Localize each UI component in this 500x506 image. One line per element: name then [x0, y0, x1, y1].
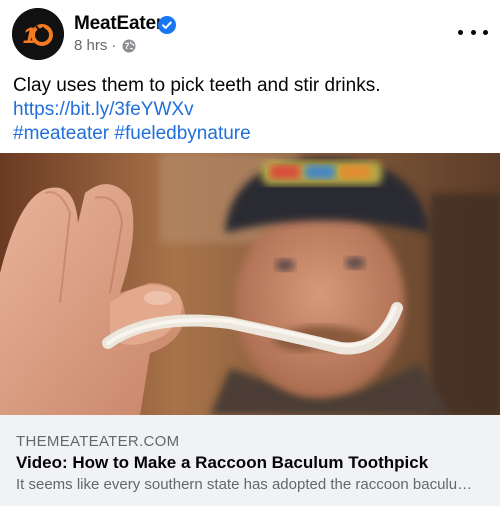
more-dot — [458, 29, 463, 35]
post-video-thumbnail[interactable] — [0, 153, 500, 415]
more-dot — [470, 29, 476, 35]
page-avatar[interactable]: 1 — [12, 8, 64, 60]
hashtag-meateater[interactable]: #meateater — [13, 123, 109, 144]
post-header: 1 MeatEater 8 hrs · — [0, 0, 500, 66]
meateater-logo-icon: 1 — [12, 8, 64, 60]
link-description: It seems like every southern state has a… — [16, 476, 473, 493]
verified-badge-icon — [158, 16, 176, 34]
page-name-link[interactable]: MeatEater — [74, 13, 163, 35]
post-text: Clay uses them to pick teeth and stir dr… — [13, 74, 381, 146]
post-timestamp[interactable]: 8 hrs — [74, 37, 107, 54]
video-thumbnail-image — [0, 153, 500, 415]
post-meta: 8 hrs · — [74, 37, 136, 54]
hashtag-fueledbynature[interactable]: #fueledbynature — [114, 123, 250, 144]
post-link[interactable]: https://bit.ly/3feYWXv — [13, 98, 381, 122]
globe-icon — [122, 39, 136, 52]
meta-separator: · — [111, 37, 117, 54]
post-caption: Clay uses them to pick teeth and stir dr… — [13, 75, 381, 96]
link-domain: THEMEATEATER.COM — [16, 433, 180, 450]
more-options-button[interactable] — [458, 24, 488, 40]
link-preview-card[interactable]: THEMEATEATER.COM Video: How to Make a Ra… — [0, 415, 500, 506]
more-dot — [483, 29, 488, 35]
link-title[interactable]: Video: How to Make a Raccoon Baculum Too… — [16, 453, 428, 473]
